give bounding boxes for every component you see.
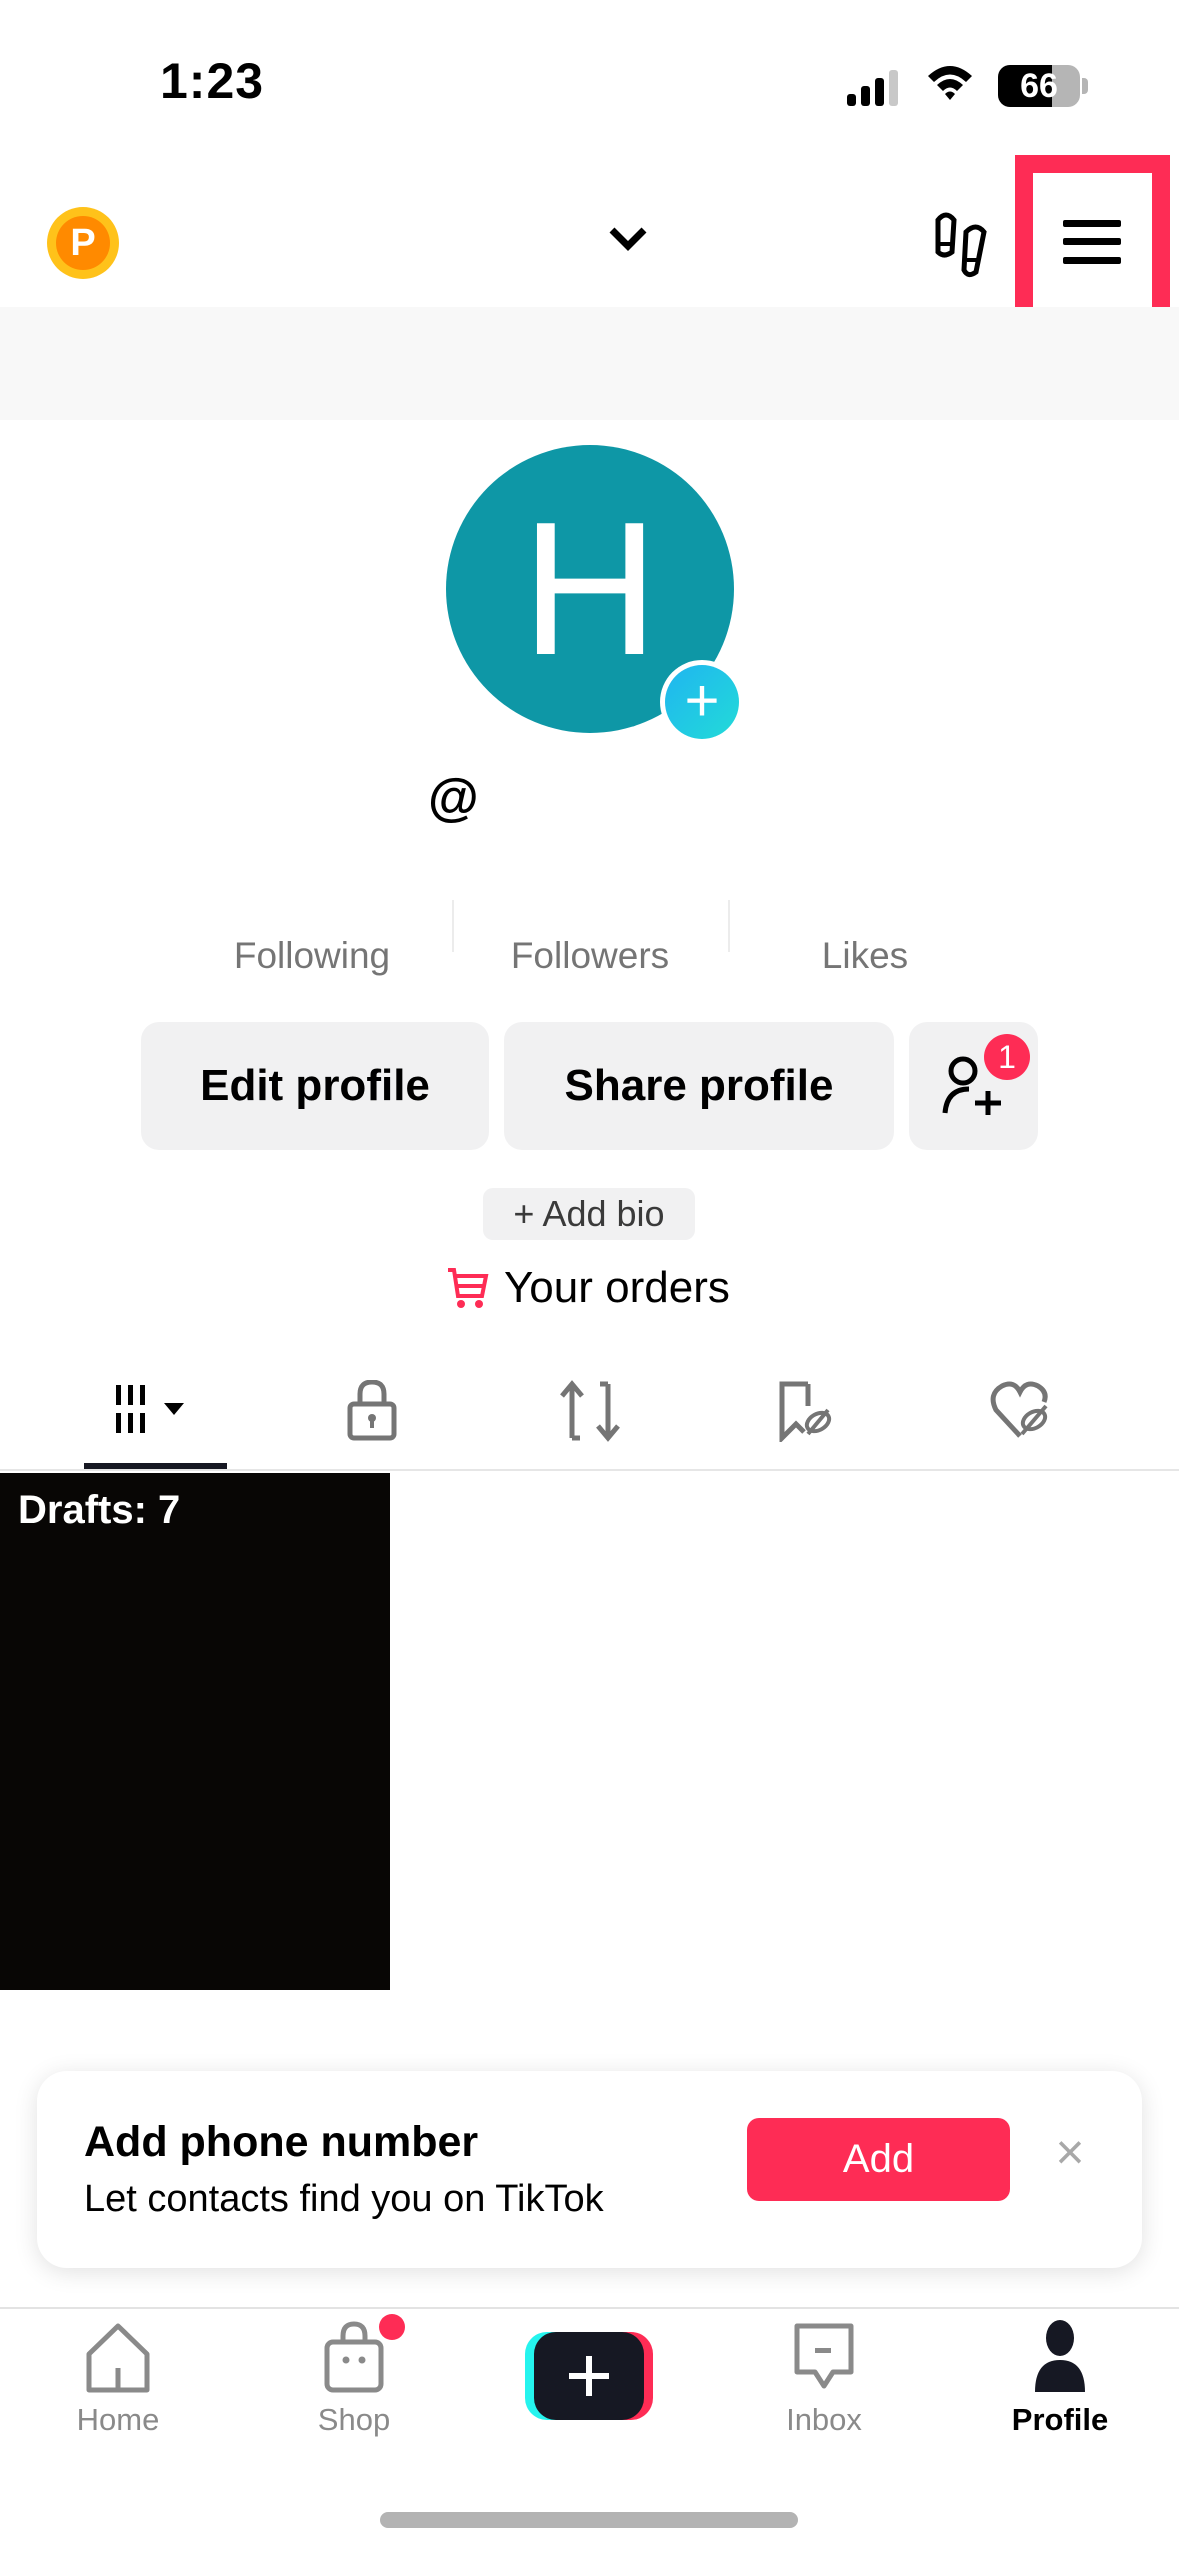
cart-icon [448, 1268, 489, 1308]
profile-icon [1035, 2320, 1085, 2392]
stat-label: Followers [510, 935, 670, 976]
stat-likes[interactable]: Likes [735, 935, 995, 977]
stat-divider [728, 900, 730, 952]
plus-icon: + [665, 665, 739, 739]
inbox-icon [794, 2323, 854, 2389]
tab-liked[interactable] [972, 1375, 1072, 1447]
wifi-icon [928, 66, 972, 100]
create-button[interactable] [525, 2332, 653, 2420]
battery-icon: 66 [998, 65, 1080, 107]
status-time: 1:23 [160, 53, 265, 109]
stat-followers[interactable]: Followers [460, 935, 720, 977]
battery-percent: 66 [1020, 67, 1058, 105]
drafts-tile[interactable] [0, 1473, 390, 1990]
tabs-divider [0, 1469, 1179, 1471]
notification-badge: 1 [984, 1034, 1030, 1080]
cellular-signal-icon [847, 70, 898, 106]
grid-icon [116, 1385, 184, 1433]
tab-private[interactable] [322, 1375, 422, 1447]
drafts-label: Drafts: 7 [18, 1488, 181, 1532]
repost-icon [560, 1380, 620, 1442]
add-phone-button[interactable]: Add [747, 2118, 1010, 2201]
home-indicator[interactable] [380, 2512, 798, 2528]
nav-inbox[interactable]: Inbox [744, 2320, 904, 2450]
coin-label: P [56, 216, 110, 270]
tab-reposts[interactable] [540, 1375, 640, 1447]
add-bio-button[interactable]: + Add bio [483, 1188, 695, 1240]
lock-icon [347, 1380, 397, 1441]
shop-notification-dot [379, 2314, 405, 2340]
stat-following[interactable]: Following [182, 935, 442, 977]
home-icon [86, 2323, 150, 2393]
nav-divider [0, 2307, 1179, 2309]
user-handle: @ [428, 769, 479, 827]
nav-label: Inbox [786, 2402, 862, 2437]
create-plus-icon [569, 2356, 609, 2396]
tab-favorites[interactable] [756, 1375, 856, 1447]
stat-label: Likes [821, 935, 909, 976]
footprints-icon[interactable] [930, 212, 990, 278]
battery-tip [1082, 78, 1088, 94]
avatar-add-button[interactable]: + [660, 660, 744, 744]
share-profile-button[interactable]: Share profile [504, 1022, 894, 1150]
nav-home[interactable]: Home [38, 2320, 198, 2450]
edit-profile-button[interactable]: Edit profile [141, 1022, 489, 1150]
orders-label: Your orders [504, 1263, 730, 1312]
nav-label: Shop [317, 2402, 391, 2437]
menu-icon[interactable] [1063, 220, 1121, 264]
card-subtitle: Let contacts find you on TikTok [84, 2178, 604, 2220]
card-title: Add phone number [84, 2118, 479, 2166]
stat-divider [452, 900, 454, 952]
close-icon[interactable]: × [1050, 2127, 1090, 2177]
nav-label: Profile [1011, 2402, 1109, 2437]
account-switcher[interactable] [560, 214, 690, 264]
your-orders-link[interactable]: Your orders [446, 1258, 730, 1318]
tab-videos[interactable] [106, 1375, 206, 1447]
coin-icon[interactable]: P [47, 207, 119, 279]
nav-label: Home [76, 2402, 160, 2437]
bookmark-hidden-icon [779, 1381, 832, 1442]
stat-label: Following [233, 935, 391, 976]
nav-shop[interactable]: Shop [274, 2320, 434, 2450]
heart-hidden-icon [990, 1381, 1048, 1438]
header-band [0, 307, 1179, 420]
chevron-down-icon [609, 227, 647, 251]
nav-profile[interactable]: Profile [980, 2320, 1140, 2450]
